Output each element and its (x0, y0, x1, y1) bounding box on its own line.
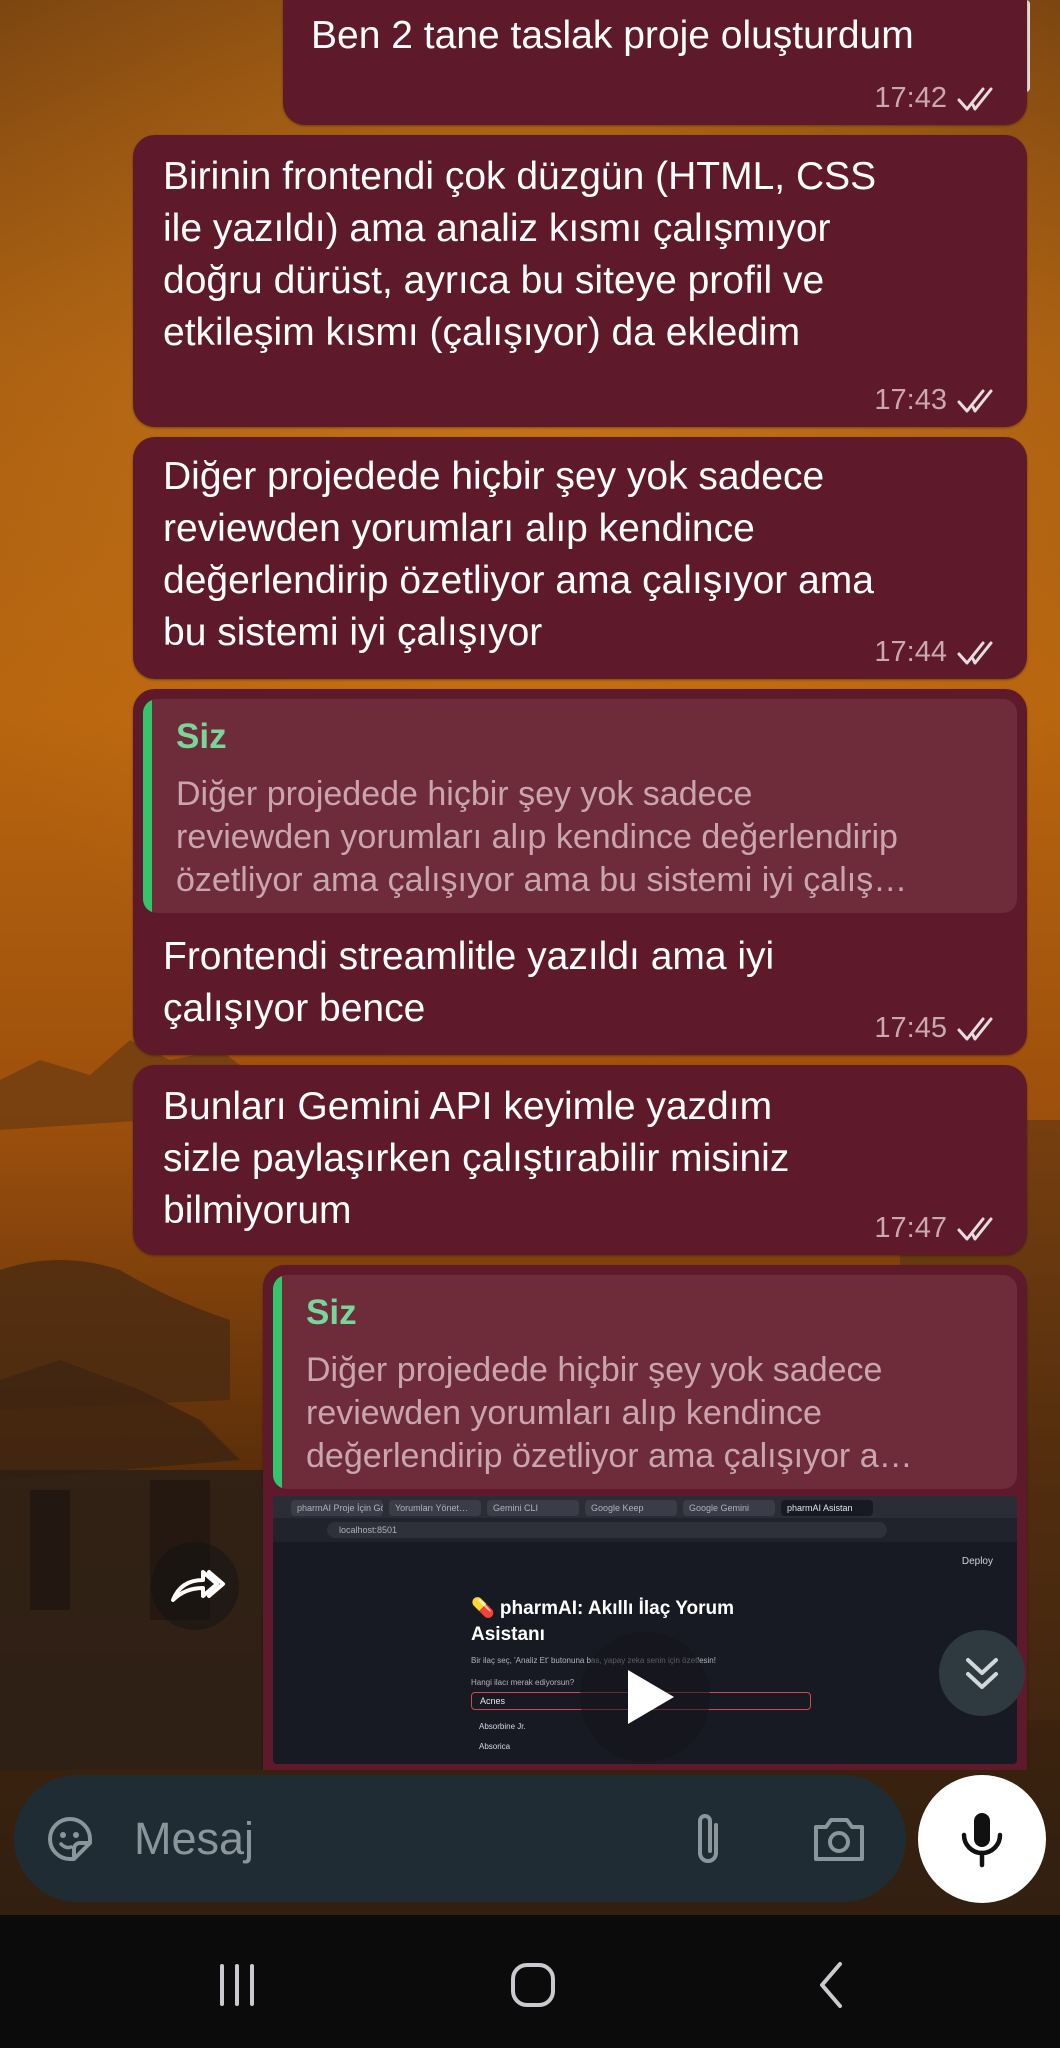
recent-apps-icon[interactable] (212, 1960, 262, 2010)
message-text: Bunları Gemini API keyimle yazdım sizle … (163, 1085, 790, 1232)
voice-record-button[interactable] (918, 1775, 1046, 1903)
message-text: Frontendi streamlitle yazıldı ama iyi ça… (163, 935, 775, 1030)
browser-tab: pharmAI Asistan (781, 1500, 873, 1516)
message-bubble[interactable]: Birinin frontendi çok düzgün (HTML, CSS … (133, 135, 1027, 427)
message-text: Birinin frontendi çok düzgün (HTML, CSS … (163, 155, 877, 354)
microphone-icon (961, 1813, 1003, 1868)
quote-text: Diğer projedede hiçbir şey yok sadece re… (306, 1351, 913, 1475)
message-meta: 17:47 (874, 1212, 1003, 1245)
double-check-icon (957, 389, 993, 412)
video-deploy-text: Deploy (961, 1556, 993, 1567)
home-icon[interactable] (508, 1960, 558, 2010)
message-composer[interactable]: Mesaj (14, 1775, 906, 1902)
browser-tab: Yorumları Yönet… (389, 1500, 481, 1516)
message-input-placeholder[interactable]: Mesaj (134, 1813, 254, 1865)
message-text: Diğer projedede hiçbir şey yok sadece re… (163, 455, 874, 654)
browser-tabbar: pharmAI Proje İçin Gör… Yorumları Yönet…… (273, 1496, 1017, 1518)
video-select-label: Hangi ilacı merak ediyorsun? (471, 1678, 575, 1687)
message-time: 17:45 (874, 1012, 947, 1044)
quote-accent-bar (273, 1275, 282, 1489)
double-check-icon (957, 1217, 993, 1240)
message-bubble[interactable]: Diğer projedede hiçbir şey yok sadece re… (133, 437, 1027, 679)
message-text: Ben 2 tane taslak proje oluşturdum (311, 14, 914, 57)
message-meta: 17:45 (874, 1012, 1003, 1045)
camera-icon[interactable] (810, 1813, 868, 1865)
quote-author: Siz (176, 717, 227, 756)
message-bubble[interactable]: Ben 2 tane taslak proje oluşturdum 17:42 (283, 0, 1027, 125)
message-meta: 17:42 (874, 82, 1003, 115)
double-check-icon (957, 641, 993, 664)
reply-quote[interactable]: Siz Diğer projedede hiçbir şey yok sadec… (143, 699, 1017, 913)
quote-text: Diğer projedede hiçbir şey yok sadece re… (176, 775, 908, 899)
browser-tab: Gemini CLI (487, 1500, 579, 1516)
message-meta: 17:44 (874, 636, 1003, 669)
forward-button[interactable] (151, 1542, 239, 1630)
reply-quote[interactable]: Siz Diğer projedede hiçbir şey yok sadec… (273, 1275, 1017, 1489)
sticker-icon[interactable] (42, 1811, 98, 1867)
message-time: 17:44 (874, 636, 947, 668)
play-icon (628, 1670, 674, 1724)
browser-tab: Google Gemini (683, 1500, 775, 1516)
double-check-icon (957, 1017, 993, 1040)
double-check-icon (957, 87, 993, 110)
scroll-down-button[interactable] (939, 1630, 1025, 1716)
message-time: 17:42 (874, 82, 947, 114)
attachment-icon[interactable] (686, 1809, 730, 1869)
message-bubble[interactable]: Bunları Gemini API keyimle yazdım sizle … (133, 1065, 1027, 1255)
message-time: 17:47 (874, 1212, 947, 1244)
video-option: Absorbine Jr. (479, 1722, 526, 1731)
browser-url: localhost:8501 (327, 1522, 887, 1538)
quote-accent-bar (143, 699, 152, 913)
forward-icon (171, 1570, 225, 1602)
browser-addressbar: localhost:8501 (273, 1518, 1017, 1542)
quote-author: Siz (306, 1293, 357, 1332)
message-list[interactable]: Ben 2 tane taslak proje oluşturdum 17:42… (0, 0, 1060, 1770)
browser-tab: pharmAI Proje İçin Gör… (291, 1500, 383, 1516)
browser-tab: Google Keep (585, 1500, 677, 1516)
play-button[interactable] (580, 1632, 710, 1762)
message-time: 17:43 (874, 384, 947, 416)
message-meta: 17:43 (874, 384, 1003, 417)
double-chevron-down-icon (966, 1658, 998, 1689)
video-option: Absorica (479, 1742, 511, 1751)
back-icon[interactable] (808, 1960, 858, 2010)
message-bubble[interactable]: Siz Diğer projedede hiçbir şey yok sadec… (133, 689, 1027, 1055)
system-navigation-bar (0, 1915, 1060, 2048)
